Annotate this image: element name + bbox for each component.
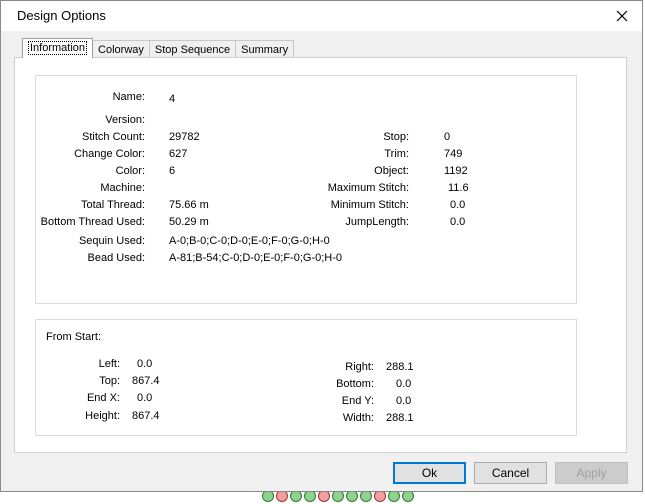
- object-label: Object:: [374, 165, 409, 177]
- tab-strip: Information Colorway Stop Sequence Summa…: [22, 38, 295, 58]
- right-value: 288.1: [386, 361, 414, 373]
- width-label: Width:: [342, 412, 374, 424]
- width-value: 288.1: [386, 412, 414, 424]
- height-value: 867.4: [132, 410, 160, 422]
- apply-button[interactable]: Apply: [555, 462, 628, 484]
- max-stitch-value: 11.6: [448, 182, 469, 194]
- ok-button[interactable]: Ok: [393, 462, 466, 484]
- right-label: Right:: [345, 361, 374, 373]
- change-color-label: Change Color:: [74, 148, 145, 160]
- stop-label: Stop:: [383, 131, 409, 143]
- design-options-dialog: Design Options Information Colorway Stop…: [0, 0, 643, 492]
- embroidery-preview-graphic: [262, 490, 414, 504]
- min-stitch-label: Minimum Stitch:: [330, 199, 409, 211]
- machine-label: Machine:: [100, 182, 145, 194]
- total-thread-value: 75.66 m: [169, 199, 209, 211]
- color-value: 6: [169, 165, 176, 177]
- tab-stop-sequence[interactable]: Stop Sequence: [148, 40, 237, 58]
- sequin-used-value: A-0;B-0;C-0;D-0;E-0;F-0;G-0;H-0: [169, 235, 330, 247]
- bead-used-value: A-81;B-54;C-0;D-0;E-0;F-0;G-0;H-0: [169, 252, 342, 264]
- left-value: 0.0: [137, 358, 153, 370]
- bead-used-label: Bead Used:: [87, 252, 145, 264]
- stitch-count-value: 29782: [169, 131, 200, 143]
- stitch-count-label: Stitch Count:: [82, 131, 145, 143]
- jump-length-value: 0.0: [450, 216, 466, 228]
- end-x-value: 0.0: [137, 392, 153, 404]
- top-value: 867.4: [132, 375, 160, 387]
- title-bar: Design Options: [1, 1, 642, 31]
- change-color-value: 627: [169, 148, 188, 160]
- trim-value: 749: [444, 148, 463, 160]
- min-stitch-value: 0.0: [450, 199, 466, 211]
- cancel-button[interactable]: Cancel: [474, 462, 547, 484]
- total-thread-label: Total Thread:: [80, 199, 145, 211]
- top-label: Top:: [99, 375, 120, 387]
- color-label: Color:: [115, 165, 145, 177]
- bottom-label: Bottom:: [336, 378, 374, 390]
- window-title: Design Options: [17, 8, 106, 23]
- version-label: Version:: [105, 114, 145, 126]
- end-x-label: End X:: [86, 392, 120, 404]
- trim-label: Trim:: [384, 148, 409, 160]
- design-info-group: Name: 4 Version: Stitch Count: 29782 Cha…: [35, 75, 577, 304]
- from-start-group: From Start: Left: 0.0 Top: 867.4 End X: …: [35, 319, 577, 436]
- tab-colorway[interactable]: Colorway: [92, 40, 150, 58]
- height-label: Height:: [85, 410, 120, 422]
- name-value: 4: [169, 93, 176, 105]
- close-button[interactable]: [610, 4, 634, 28]
- name-label: Name:: [112, 91, 145, 103]
- bottom-thread-value: 50.29 m: [169, 216, 209, 228]
- object-value: 1192: [444, 165, 468, 177]
- end-y-label: End Y:: [341, 395, 374, 407]
- close-icon: [616, 10, 628, 22]
- bottom-thread-label: Bottom Thread Used:: [40, 216, 145, 228]
- max-stitch-label: Maximum Stitch:: [327, 182, 409, 194]
- tab-summary[interactable]: Summary: [235, 40, 295, 58]
- jump-length-label: JumpLength:: [345, 216, 409, 228]
- sequin-used-label: Sequin Used:: [78, 235, 145, 247]
- information-panel: Name: 4 Version: Stitch Count: 29782 Cha…: [14, 57, 627, 453]
- left-label: Left:: [98, 358, 120, 370]
- end-y-value: 0.0: [396, 395, 412, 407]
- from-start-heading: From Start:: [46, 331, 102, 343]
- tab-information[interactable]: Information: [22, 38, 94, 58]
- bottom-value: 0.0: [396, 378, 412, 390]
- stop-value: 0: [444, 131, 451, 143]
